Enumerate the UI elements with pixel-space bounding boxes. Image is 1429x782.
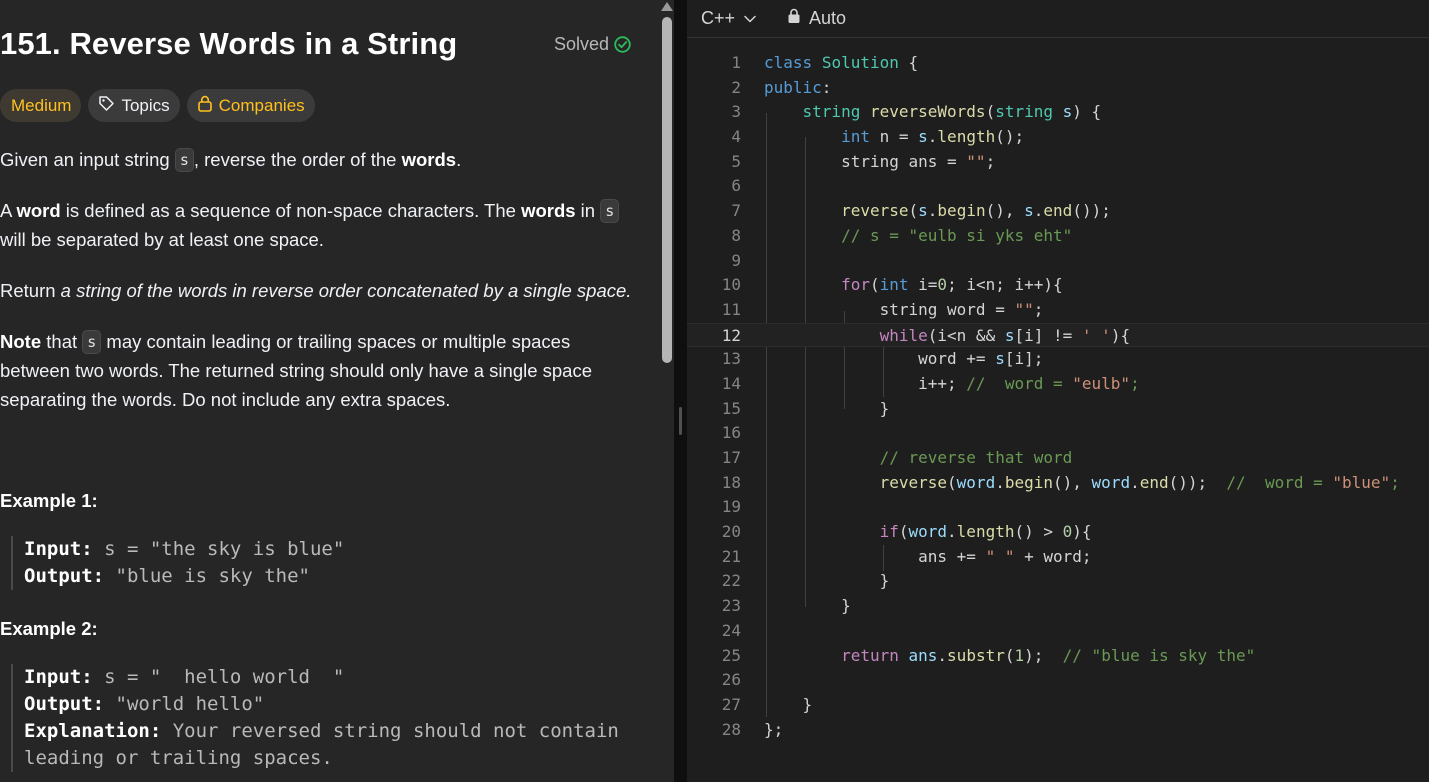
code-line: 18 reverse(word.begin(), word.end()); //… xyxy=(721,472,1400,492)
code-line: 10 for(int i=0; i<n; i++){ xyxy=(721,275,1063,295)
code-line: 28}; xyxy=(721,719,784,739)
code-line: 21 ans += " " + word; xyxy=(721,546,1092,566)
inline-code: s xyxy=(600,199,620,223)
resize-handle[interactable] xyxy=(679,407,682,435)
code-line: 9 xyxy=(731,250,741,270)
description-paragraph-1: Given an input string s, reverse the ord… xyxy=(0,148,462,172)
check-circle-icon xyxy=(614,36,631,53)
code-line: 4 int n = s.length(); xyxy=(731,127,1025,147)
leetcode-workspace: 151. Reverse Words in a String Solved Me… xyxy=(0,0,1429,782)
code-line: 19 xyxy=(721,497,741,517)
example-1-heading: Example 1: xyxy=(0,490,98,511)
code-line: 13 word += s[i]; xyxy=(721,349,1044,369)
code-line: 26 xyxy=(721,670,741,690)
code-line: 2 public: xyxy=(731,77,832,97)
difficulty-badge[interactable]: Medium xyxy=(0,89,82,122)
problem-description-panel: 151. Reverse Words in a String Solved Me… xyxy=(0,0,660,782)
code-line: 1 class Solution { xyxy=(731,53,919,72)
scrollbar-thumb[interactable] xyxy=(662,17,672,363)
mode-label: Auto xyxy=(809,8,847,28)
topics-tag[interactable]: Topics xyxy=(88,89,180,122)
code-line-active: 12 while(i<n && s[i] != ' '){ xyxy=(687,322,1429,348)
inline-code: s xyxy=(174,148,194,172)
companies-tag[interactable]: Companies xyxy=(186,89,315,122)
code-line: 14 i++; // word = "eulb"; xyxy=(721,373,1140,393)
code-line: 15 } xyxy=(721,398,890,418)
inline-code: s xyxy=(82,330,102,354)
code-line: 6 xyxy=(731,176,741,196)
code-area[interactable]: 1 class Solution { 2 public: 3 string reve… xyxy=(687,51,1429,742)
code-editor-panel: C++ Auto 1 class Solution { 2 public: 3 st… xyxy=(687,0,1429,782)
editor-toolbar: C++ Auto xyxy=(687,0,1429,38)
code-line: 17 // reverse that word xyxy=(721,448,1073,467)
code-line: 20 if(word.length() > 0){ xyxy=(721,522,1092,542)
code-line: 5 string ans = ""; xyxy=(731,151,996,171)
example-2-heading: Example 2: xyxy=(0,618,98,639)
auto-mode-toggle[interactable]: Auto xyxy=(787,8,846,29)
code-line: 24 xyxy=(721,620,741,640)
code-line: 23 } xyxy=(721,596,851,616)
example-1-block: Input: s = "the sky is blue" Output: "blu… xyxy=(11,536,344,590)
lock-icon xyxy=(787,8,801,29)
tag-icon xyxy=(98,95,115,117)
lock-icon xyxy=(197,95,213,117)
topics-label: Topics xyxy=(121,95,170,115)
chevron-down-icon xyxy=(743,8,757,29)
code-line: 16 xyxy=(721,423,741,443)
language-selector[interactable]: C++ xyxy=(701,8,757,29)
code-line: 27 } xyxy=(721,694,813,714)
code-line: 22 } xyxy=(721,571,890,591)
problem-tags: Medium Topics Companies xyxy=(0,89,315,122)
example-2-block: Input: s = " hello world " Output: "world… xyxy=(11,664,619,772)
scroll-up-arrow-icon[interactable] xyxy=(661,2,673,11)
description-paragraph-4: Note that s may contain leading or trail… xyxy=(0,330,593,410)
code-line: 7 reverse(s.begin(), s.end()); xyxy=(731,201,1111,221)
description-paragraph-3: Return a string of the words in reverse … xyxy=(0,280,632,301)
language-label: C++ xyxy=(701,8,736,28)
code-line: 3 string reverseWords(string s) { xyxy=(731,102,1102,122)
solved-label: Solved xyxy=(554,34,610,54)
code-line: 25 return ans.substr(1); // "blue is sky… xyxy=(721,645,1256,665)
code-line: 11 string word = ""; xyxy=(721,299,1044,319)
panel-divider[interactable] xyxy=(674,0,687,782)
solved-status: Solved xyxy=(554,34,631,55)
code-line: 8 // s = "eulb si yks eht" xyxy=(731,225,1073,245)
description-paragraph-2: A word is defined as a sequence of non-s… xyxy=(0,196,620,254)
problem-title: 151. Reverse Words in a String xyxy=(0,26,458,61)
companies-label: Companies xyxy=(218,95,305,115)
